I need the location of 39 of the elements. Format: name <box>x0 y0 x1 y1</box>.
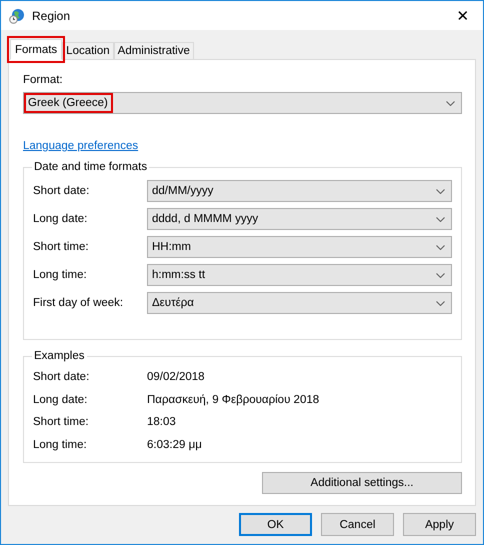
chevron-down-icon <box>436 244 445 250</box>
language-preferences-link[interactable]: Language preferences <box>23 140 138 152</box>
field-label: Short date: <box>33 185 90 197</box>
tab[interactable]: Administrative <box>114 42 194 60</box>
field-label: Short time: <box>33 241 90 253</box>
group-title: Date and time formats <box>33 161 148 173</box>
format-dropdown[interactable]: Greek (Greece) <box>23 92 462 114</box>
format-dropdown[interactable]: dd/MM/yyyy <box>147 180 452 202</box>
field-label: Long date: <box>33 213 88 225</box>
example-value: 09/02/2018 <box>147 371 206 384</box>
field-label: Long time: <box>33 269 88 281</box>
additional-settings-button[interactable]: Additional settings... <box>262 472 462 494</box>
chevron-down-icon <box>446 100 455 106</box>
tab[interactable]: Formats <box>10 39 62 60</box>
format-dropdown[interactable]: HH:mm <box>147 236 452 258</box>
format-dropdown[interactable]: h:mm:ss tt <box>147 264 452 286</box>
group-title: Examples <box>33 350 86 362</box>
example-value: 6:03:29 μμ <box>147 438 203 451</box>
dialog-button[interactable]: Cancel <box>321 513 394 536</box>
tab[interactable]: Location <box>62 42 114 60</box>
field-label: Format: <box>23 74 64 86</box>
field-label: First day of week: <box>33 297 124 309</box>
dialog-button[interactable]: Apply <box>403 513 476 536</box>
example-label: Short time: <box>33 416 90 428</box>
chevron-down-icon <box>436 216 445 222</box>
dialog-button[interactable]: OK <box>239 513 312 536</box>
globe-clock-icon <box>9 8 25 24</box>
example-value: Παρασκευή, 9 Φεβρουαρίου 2018 <box>147 394 320 406</box>
chevron-down-icon <box>436 188 445 194</box>
chevron-down-icon <box>436 300 445 306</box>
window-title: Region <box>32 8 72 22</box>
example-value: 18:03 <box>147 416 177 428</box>
chevron-down-icon <box>436 272 445 278</box>
close-button[interactable]: ✕ <box>453 6 473 24</box>
format-dropdown[interactable]: dddd, d MMMM yyyy <box>147 208 452 230</box>
example-label: Long time: <box>33 438 88 451</box>
example-label: Long date: <box>33 394 88 406</box>
example-label: Short date: <box>33 371 90 384</box>
format-dropdown[interactable]: Δευτέρα <box>147 292 452 314</box>
